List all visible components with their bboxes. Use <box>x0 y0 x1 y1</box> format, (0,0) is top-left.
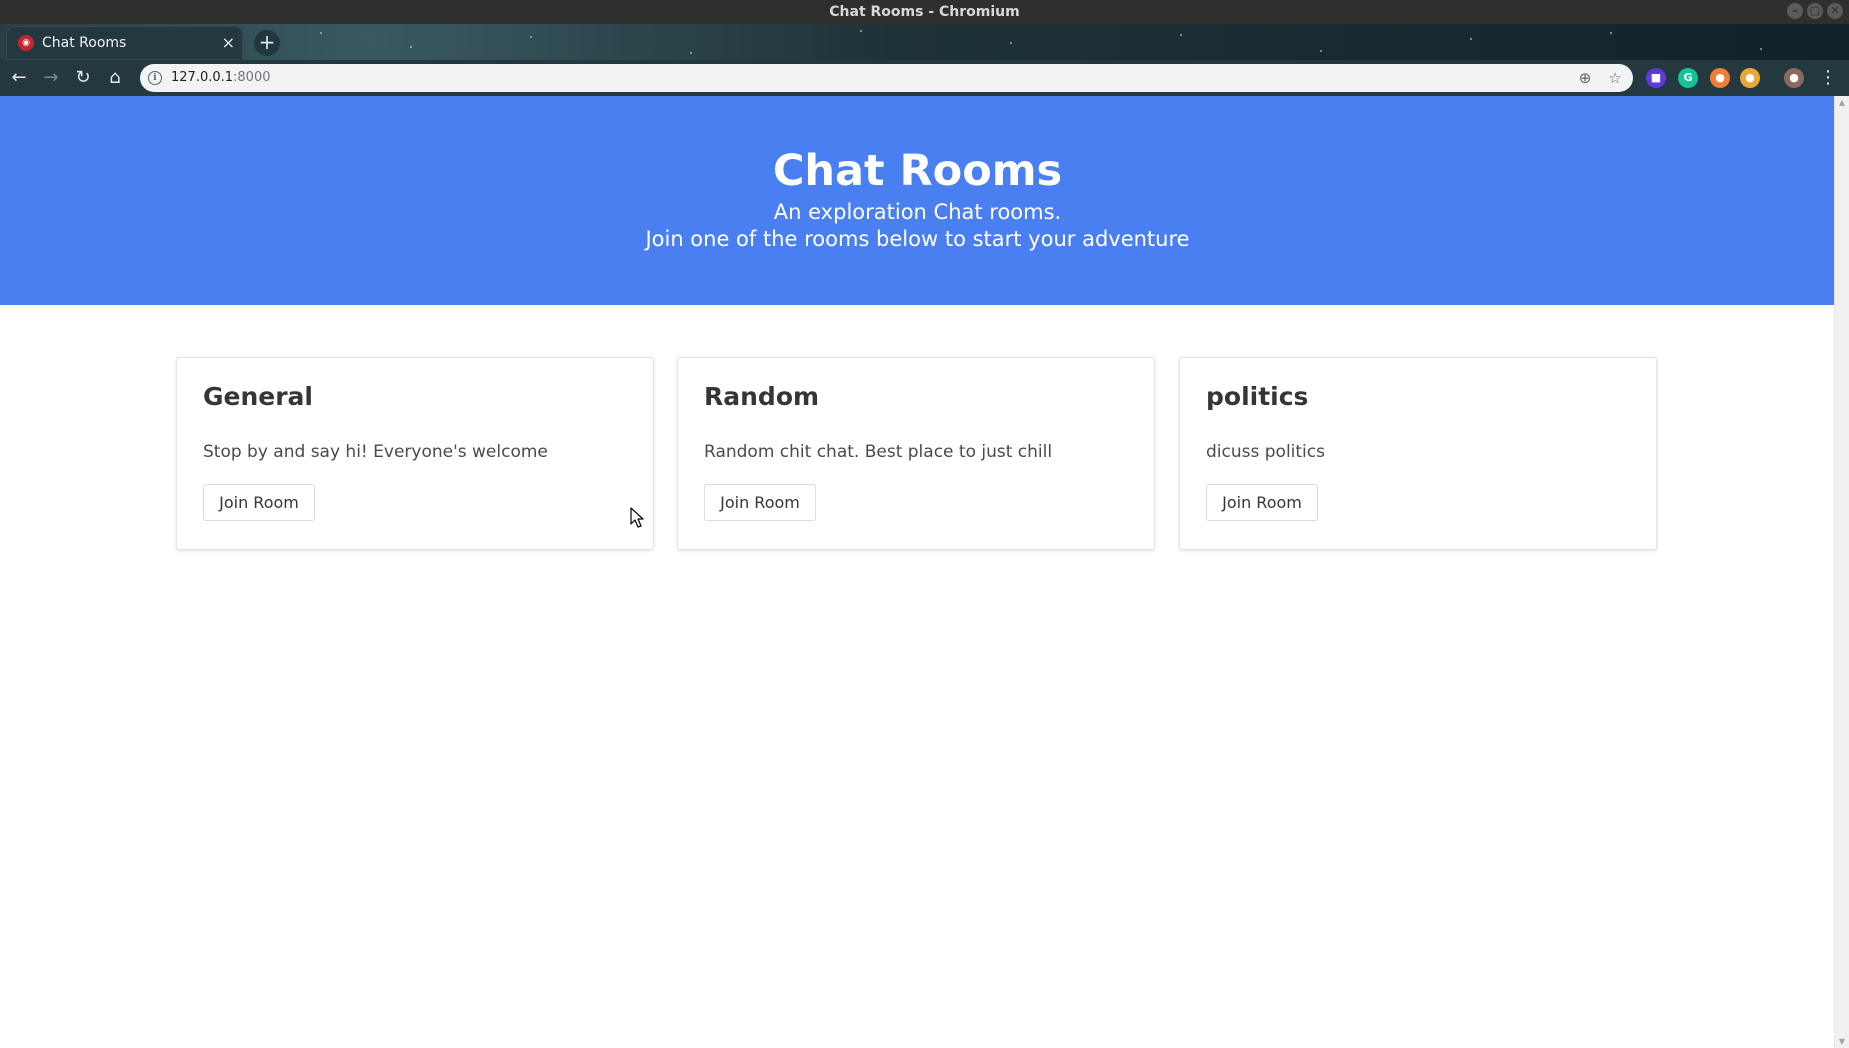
tab-chat-rooms[interactable]: ◉ Chat Rooms × <box>6 26 243 60</box>
star-decoration <box>1610 32 1612 34</box>
zoom-icon[interactable]: ⊕ <box>1575 68 1595 88</box>
room-card-politics: politics dicuss politics Join Room <box>1179 357 1657 550</box>
star-decoration <box>860 30 862 32</box>
hero-banner: Chat Rooms An exploration Chat rooms. Jo… <box>0 96 1835 305</box>
room-card-random: Random Random chit chat. Best place to j… <box>677 357 1155 550</box>
menu-icon[interactable]: ⋮ <box>1816 66 1840 90</box>
bookmark-star-icon[interactable]: ☆ <box>1605 68 1625 88</box>
star-decoration <box>1320 50 1322 52</box>
star-decoration <box>1760 48 1762 50</box>
browser-window: Chat Rooms - Chromium – ▢ ✕ ◉ Chat Rooms… <box>0 0 1849 1048</box>
mouse-cursor-icon <box>630 507 644 528</box>
join-room-button[interactable]: Join Room <box>1206 484 1318 521</box>
url-text[interactable]: 127.0.0.1:8000 <box>171 64 271 92</box>
star-decoration <box>1010 42 1012 44</box>
room-description: Random chit chat. Best place to just chi… <box>704 442 1053 462</box>
back-icon[interactable]: ← <box>7 66 31 90</box>
star-decoration <box>690 52 692 54</box>
hero-subtitle: An exploration Chat rooms. Join one of t… <box>0 199 1835 253</box>
reload-icon[interactable]: ↻ <box>71 66 95 90</box>
window-controls: – ▢ ✕ <box>1787 3 1843 19</box>
window-titlebar: Chat Rooms - Chromium – ▢ ✕ <box>0 0 1849 24</box>
room-title: politics <box>1206 382 1309 411</box>
grammarly-icon[interactable]: G <box>1678 68 1698 88</box>
site-info-icon[interactable]: i <box>148 71 162 85</box>
address-bar[interactable]: i 127.0.0.1:8000 ⊕ ☆ <box>140 64 1633 92</box>
hero-subtitle-line: An exploration Chat rooms. <box>773 200 1062 224</box>
hero-subtitle-line: Join one of the rooms below to start you… <box>645 227 1190 251</box>
tab-title: Chat Rooms <box>42 35 127 51</box>
star-decoration <box>1180 34 1182 36</box>
page-title: Chat Rooms <box>772 146 1063 196</box>
join-room-button[interactable]: Join Room <box>704 484 816 521</box>
profile-avatar-icon[interactable]: ● <box>1784 68 1804 88</box>
page-viewport: Chat Rooms An exploration Chat rooms. Jo… <box>0 96 1849 1048</box>
extension-icon[interactable]: ● <box>1710 68 1730 88</box>
star-decoration <box>530 36 532 38</box>
tab-close-icon[interactable]: × <box>222 26 235 60</box>
maximize-button[interactable]: ▢ <box>1807 3 1823 19</box>
join-room-button[interactable]: Join Room <box>203 484 315 521</box>
extension-icon[interactable]: ■ <box>1646 68 1666 88</box>
star-decoration <box>410 46 412 48</box>
scroll-up-icon[interactable]: ▲ <box>1835 98 1849 107</box>
new-tab-button[interactable]: + <box>254 30 280 56</box>
room-description: dicuss politics <box>1206 442 1325 462</box>
window-title: Chat Rooms - Chromium <box>829 4 1020 20</box>
home-icon[interactable]: ⌂ <box>103 66 127 90</box>
tab-strip: ◉ Chat Rooms × + <box>0 24 1849 60</box>
forward-icon[interactable]: → <box>39 66 63 90</box>
extension-icon[interactable]: ● <box>1740 68 1760 88</box>
room-card-general: General Stop by and say hi! Everyone's w… <box>176 357 654 550</box>
browser-toolbar: ← → ↻ ⌂ i 127.0.0.1:8000 ⊕ ☆ ■ G ● ● ● ⋮ <box>0 60 1849 96</box>
room-description: Stop by and say hi! Everyone's welcome <box>203 442 548 462</box>
url-port: :8000 <box>233 70 271 85</box>
close-window-button[interactable]: ✕ <box>1827 3 1843 19</box>
scroll-down-icon[interactable]: ▼ <box>1835 1037 1849 1046</box>
vertical-scrollbar[interactable]: ▲ ▼ <box>1834 96 1849 1048</box>
room-title: Random <box>704 382 820 411</box>
room-title: General <box>203 382 313 411</box>
favicon-icon: ◉ <box>18 35 34 51</box>
url-host: 127.0.0.1 <box>171 70 234 85</box>
minimize-button[interactable]: – <box>1787 3 1803 19</box>
star-decoration <box>1470 38 1472 40</box>
star-decoration <box>320 32 322 34</box>
